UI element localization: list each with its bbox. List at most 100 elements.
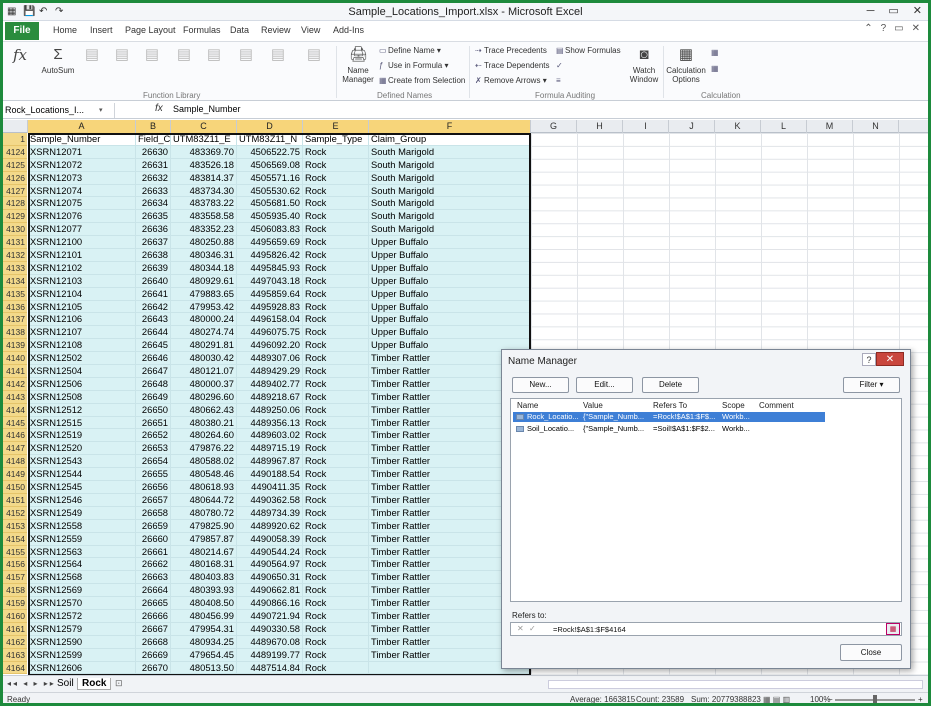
cell[interactable]: 480456.99 (171, 609, 237, 623)
cell[interactable]: Rock (303, 571, 369, 585)
cell[interactable]: Rock (303, 287, 369, 301)
cell[interactable]: Rock (303, 326, 369, 340)
row-number[interactable]: 4142 (3, 377, 27, 391)
name-manager-button[interactable]: 🖨 Name Manager (342, 46, 374, 84)
sheet-nav-arrows[interactable]: ◂◂ ◂ ▸ ▸▸ (7, 679, 56, 688)
tab-file[interactable]: File (5, 22, 39, 40)
cell[interactable]: XSRN12101 (28, 249, 136, 262)
cell[interactable]: 479825.90 (171, 519, 237, 533)
row-number[interactable]: 4146 (3, 429, 27, 443)
lookup-button[interactable]: ▤ (237, 46, 253, 66)
cell[interactable]: Rock (303, 184, 369, 198)
row-number[interactable]: 4153 (3, 519, 27, 533)
math-trig-button[interactable]: ▤ (269, 46, 285, 66)
cell[interactable]: Rock (303, 236, 369, 250)
cell[interactable]: 4490650.31 (237, 571, 303, 585)
refers-to-input[interactable]: =Rock!$A$1:$F$4164 (553, 625, 626, 634)
cell[interactable]: 26651 (136, 416, 171, 430)
dialog-close-button[interactable]: ✕ (876, 352, 904, 366)
minimize-ribbon-icon[interactable]: ⌃ (864, 23, 872, 34)
cell[interactable]: Rock (303, 661, 369, 675)
select-all-corner[interactable] (3, 120, 28, 133)
cell[interactable]: 480000.24 (171, 313, 237, 327)
cell[interactable]: Rock (303, 481, 369, 494)
cell[interactable]: 4495859.64 (237, 287, 303, 301)
cell[interactable]: XSRN12579 (28, 622, 136, 636)
cell[interactable]: 26631 (136, 158, 171, 172)
list-header-scope[interactable]: Scope (722, 401, 745, 410)
cell[interactable]: 4506522.75 (237, 145, 303, 159)
column-header-m[interactable]: M (807, 120, 853, 133)
tab-view[interactable]: View (301, 25, 320, 35)
cell[interactable]: 26639 (136, 261, 171, 275)
close-dialog-button[interactable]: Close (840, 644, 902, 661)
cell[interactable]: Rock (303, 609, 369, 623)
formula-input[interactable]: Sample_Number (173, 104, 241, 114)
row-number[interactable]: 4136 (3, 300, 27, 314)
cell[interactable]: 4505935.40 (237, 210, 303, 224)
row-number[interactable]: 4156 (3, 558, 27, 572)
chevron-down-icon[interactable]: ▾ (99, 103, 103, 118)
cell[interactable]: 480030.42 (171, 352, 237, 366)
cell[interactable]: Claim_Group (369, 133, 531, 146)
delete-name-button[interactable]: Delete (642, 377, 699, 393)
cell[interactable]: Rock (303, 365, 369, 378)
cell[interactable]: XSRN12549 (28, 506, 136, 520)
cell[interactable]: 26660 (136, 532, 171, 546)
cell[interactable]: Rock (303, 442, 369, 456)
cell[interactable]: 26667 (136, 622, 171, 636)
row-number[interactable]: 4148 (3, 455, 27, 469)
row-number[interactable]: 4143 (3, 390, 27, 404)
close-workbook-icon[interactable]: ✕ (912, 23, 920, 34)
cell[interactable]: 26650 (136, 403, 171, 417)
row-number[interactable]: 4163 (3, 648, 27, 662)
cell[interactable]: 483814.37 (171, 171, 237, 185)
cell[interactable]: 4495826.42 (237, 249, 303, 262)
cell[interactable]: Rock (303, 545, 369, 559)
cell[interactable]: 26643 (136, 313, 171, 327)
list-header-value[interactable]: Value (583, 401, 603, 410)
cell[interactable]: 26659 (136, 519, 171, 533)
cell[interactable]: XSRN12559 (28, 532, 136, 546)
tab-review[interactable]: Review (261, 25, 291, 35)
calculate-sheet-button[interactable]: ▦ (711, 64, 720, 73)
use-in-formula-button[interactable]: ƒ Use in Formula ▾ (379, 61, 449, 70)
watch-window-button[interactable]: ◙ Watch Window (629, 46, 659, 84)
calculation-options-button[interactable]: ▦ Calculation Options (666, 46, 706, 84)
cell[interactable]: Rock (303, 300, 369, 314)
cell[interactable]: 26630 (136, 145, 171, 159)
text-functions-button[interactable]: ▤ (175, 46, 191, 66)
cell[interactable]: Rock (303, 622, 369, 636)
cell[interactable]: 4490058.39 (237, 532, 303, 546)
cell[interactable]: 26670 (136, 661, 171, 675)
column-header-g[interactable]: G (531, 120, 577, 133)
row-number[interactable]: 4126 (3, 171, 27, 185)
cell[interactable]: Field_C (136, 133, 171, 146)
refers-to-field[interactable]: ✕ ✓ =Rock!$A$1:$F$4164 ▦ (510, 622, 902, 636)
row-number[interactable]: 4125 (3, 158, 27, 172)
cell[interactable]: 480618.93 (171, 481, 237, 494)
cell[interactable]: Upper Buffalo (369, 249, 531, 262)
insert-function-button[interactable]: fx (9, 46, 31, 66)
evaluate-formula-button[interactable]: ≡ (556, 76, 565, 85)
column-header-d[interactable]: D (237, 120, 303, 133)
cell[interactable]: Rock (303, 455, 369, 469)
cell[interactable]: XSRN12512 (28, 403, 136, 417)
cell[interactable]: 4490544.24 (237, 545, 303, 559)
cell[interactable]: XSRN12077 (28, 223, 136, 237)
cell[interactable]: 480274.74 (171, 326, 237, 340)
cell[interactable]: South Marigold (369, 158, 531, 172)
cell[interactable]: XSRN12071 (28, 145, 136, 159)
column-header-k[interactable]: K (715, 120, 761, 133)
row-number[interactable]: 4138 (3, 326, 27, 340)
cell[interactable]: XSRN12520 (28, 442, 136, 456)
row-number[interactable]: 4140 (3, 352, 27, 366)
insert-function-icon[interactable]: fx (155, 103, 163, 114)
cell[interactable]: 26632 (136, 171, 171, 185)
create-from-selection-button[interactable]: ▦Create from Selection (379, 76, 465, 85)
row-number[interactable]: 4130 (3, 223, 27, 237)
column-header-i[interactable]: I (623, 120, 669, 133)
cell[interactable]: South Marigold (369, 223, 531, 237)
zoom-slider-handle[interactable] (873, 695, 877, 703)
cell[interactable]: 480934.25 (171, 635, 237, 649)
